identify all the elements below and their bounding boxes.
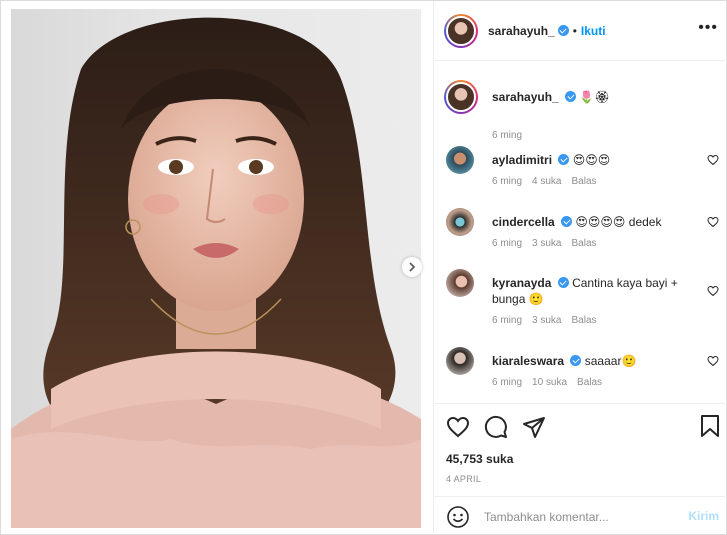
post-dialog: sarahayuh_ • Ikuti ••• sarahayuh_ 🌷🏵 6 m… <box>0 0 727 535</box>
post-sidebar: sarahayuh_ • Ikuti ••• sarahayuh_ 🌷🏵 6 m… <box>433 1 727 535</box>
follow-button[interactable]: Ikuti <box>581 24 606 38</box>
verified-badge-icon <box>558 154 570 165</box>
reply-button[interactable]: Balas <box>571 238 596 249</box>
commenter-avatar[interactable] <box>446 347 474 375</box>
comment-composer: Kirim <box>434 496 727 535</box>
comment-username[interactable]: cindercella <box>492 215 555 229</box>
author-username[interactable]: sarahayuh_ <box>488 24 555 38</box>
comment-body: kiaraleswara saaaar🙂 <box>492 353 692 369</box>
verified-badge-icon <box>565 91 577 102</box>
comment-time[interactable]: 6 ming <box>492 377 522 388</box>
bookmark-icon[interactable] <box>699 414 721 438</box>
like-heart-icon[interactable] <box>446 415 470 439</box>
comment-text: saaaar🙂 <box>584 354 637 368</box>
comment-bubble-icon[interactable] <box>484 415 508 439</box>
comment-meta: 6 ming 4 suka Balas <box>492 176 597 187</box>
author-avatar[interactable] <box>444 13 478 48</box>
post-header: sarahayuh_ • Ikuti ••• <box>434 1 727 61</box>
reply-button[interactable]: Balas <box>571 315 596 326</box>
comment-body: ayladimitri 😍😍😍 <box>492 152 692 168</box>
comment-time[interactable]: 6 ming <box>492 238 522 249</box>
comment-text: 😍😍😍 <box>572 153 611 167</box>
comment-text: 😍😍😍😍 dedek <box>575 215 662 229</box>
comment-likes[interactable]: 3 suka <box>532 238 561 249</box>
comment-likes[interactable]: 4 suka <box>532 176 561 187</box>
share-direct-icon[interactable] <box>522 415 546 439</box>
verified-badge-icon <box>557 25 569 36</box>
caption-username[interactable]: sarahayuh_ <box>492 90 559 104</box>
caption-body: sarahayuh_ 🌷🏵 <box>492 89 692 105</box>
commenter-avatar[interactable] <box>446 146 474 174</box>
like-comment-heart-icon[interactable] <box>707 154 719 166</box>
verified-badge-icon <box>557 277 569 288</box>
reply-button[interactable]: Balas <box>577 377 602 388</box>
comment-username[interactable]: kiaraleswara <box>492 354 564 368</box>
author-info: sarahayuh_ • Ikuti <box>488 24 606 38</box>
commenter-avatar[interactable] <box>446 269 474 297</box>
action-icons <box>446 414 717 440</box>
comment-time[interactable]: 6 ming <box>492 176 522 187</box>
like-comment-heart-icon[interactable] <box>707 216 719 228</box>
comment-time[interactable]: 6 ming <box>492 315 522 326</box>
commenter-avatar[interactable] <box>446 208 474 236</box>
likes-count[interactable]: 45,753 suka <box>446 452 717 466</box>
comment-body: cindercella 😍😍😍😍 dedek <box>492 214 692 230</box>
comment-meta: 6 ming 3 suka Balas <box>492 315 597 326</box>
comment-username[interactable]: ayladimitri <box>492 153 552 167</box>
comment-body: kyranayda Cantina kaya bayi + bunga 🙂 <box>492 275 692 307</box>
portrait-photo <box>11 17 421 528</box>
post-date[interactable]: 4 APRIL <box>446 474 717 484</box>
comment-likes[interactable]: 10 suka <box>532 377 567 388</box>
more-options-icon[interactable]: ••• <box>698 20 718 36</box>
caption-meta: 6 ming <box>492 130 522 141</box>
reply-button[interactable]: Balas <box>571 176 596 187</box>
verified-badge-icon <box>570 355 582 366</box>
comment-meta: 6 ming 3 suka Balas <box>492 238 597 249</box>
post-actions: 45,753 suka 4 APRIL <box>434 403 727 496</box>
like-comment-heart-icon[interactable] <box>707 285 719 297</box>
comment-username[interactable]: kyranayda <box>492 276 551 290</box>
comment-input[interactable] <box>484 509 674 524</box>
comment-list: sarahayuh_ 🌷🏵 6 ming ayladimitri 😍😍😍 6 m… <box>434 62 727 403</box>
emoji-icon[interactable] <box>446 505 470 529</box>
post-comment-button[interactable]: Kirim <box>688 509 719 523</box>
chevron-right-icon <box>409 262 416 272</box>
comment-meta: 6 ming 10 suka Balas <box>492 377 602 388</box>
comment-likes[interactable]: 3 suka <box>532 315 561 326</box>
post-image[interactable] <box>11 9 421 528</box>
verified-badge-icon <box>561 216 573 227</box>
caption-avatar[interactable] <box>444 80 478 114</box>
separator-bullet: • <box>572 23 577 38</box>
like-comment-heart-icon[interactable] <box>707 355 719 367</box>
caption-time[interactable]: 6 ming <box>492 130 522 141</box>
caption-text: 🌷🏵 <box>579 90 610 104</box>
carousel-next-button[interactable] <box>402 257 422 277</box>
